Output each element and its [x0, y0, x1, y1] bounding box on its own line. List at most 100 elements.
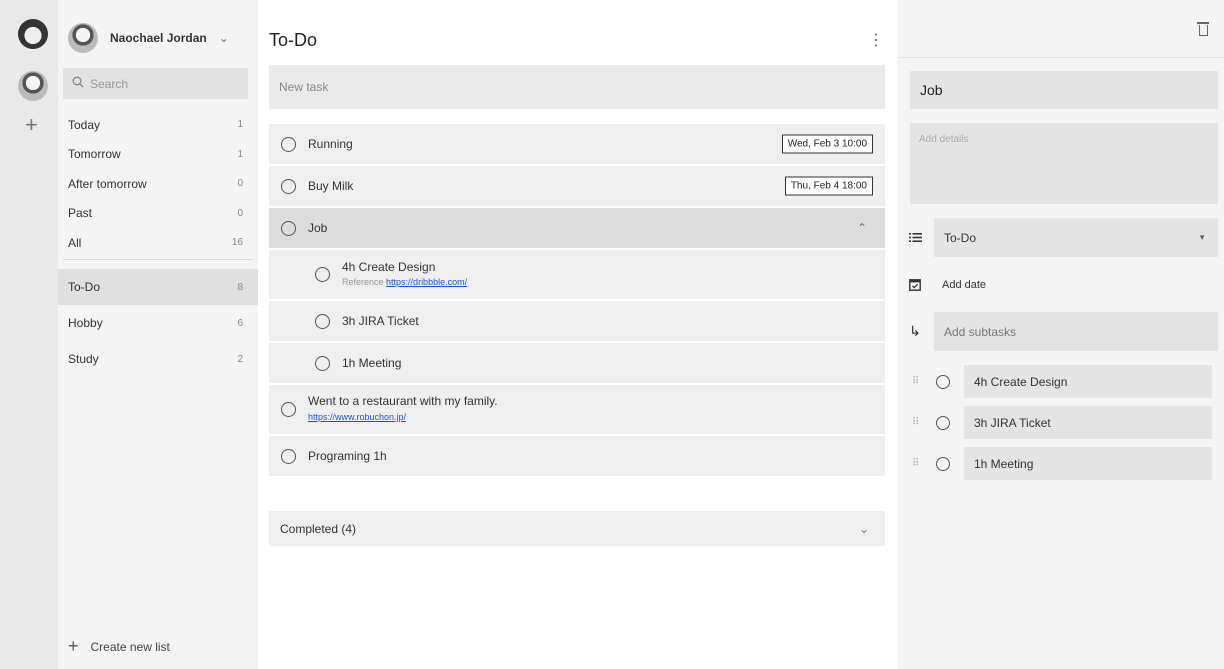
subtask-row[interactable]: 1h Meeting	[269, 343, 885, 383]
task-checkbox[interactable]	[315, 355, 330, 371]
filter-count: 0	[237, 207, 243, 219]
new-task-box	[269, 65, 885, 109]
subtask-checkbox[interactable]	[936, 456, 950, 471]
task-title: Running	[308, 136, 353, 151]
drag-handle-icon[interactable]: ⠿	[912, 376, 926, 387]
task-detail-panel: Job Add details To-Do ▼ Add date ↳ ⠿	[898, 0, 1224, 669]
task-content: Went to a restaurant with my family. htt…	[308, 394, 498, 425]
list-select[interactable]: To-Do ▼	[934, 218, 1218, 257]
add-date-button[interactable]: Add date	[942, 279, 986, 291]
subtask-row[interactable]: 4h Create Design Reference https://dribb…	[269, 250, 885, 299]
subtask-list: ⠿ 4h Create Design ⠿ 3h JIRA Ticket ⠿ 1h…	[898, 365, 1224, 488]
task-content: 4h Create Design Reference https://dribb…	[342, 260, 467, 290]
task-checkbox[interactable]	[281, 220, 296, 236]
add-subtasks-box	[934, 312, 1218, 351]
filter-past[interactable]: Past 0	[58, 199, 258, 229]
filter-tomorrow[interactable]: Tomorrow 1	[58, 140, 258, 170]
account-name: Naochael Jordan	[110, 31, 207, 45]
task-row[interactable]: Programing 1h	[269, 436, 885, 476]
more-vertical-icon[interactable]: ⋮	[868, 30, 884, 50]
avatar	[68, 23, 98, 53]
account-avatar-1[interactable]	[18, 19, 48, 49]
task-title: 4h Create Design	[342, 259, 436, 274]
subtask-title-field[interactable]: 1h Meeting	[964, 447, 1212, 480]
search-box	[63, 68, 248, 99]
task-note: Reference https://dribbble.com/	[342, 275, 467, 290]
chevron-down-icon: ⌄	[218, 31, 229, 45]
task-checkbox[interactable]	[281, 178, 296, 194]
account-switcher[interactable]: Naochael Jordan ⌄	[68, 22, 248, 54]
task-title: Went to a restaurant with my family.	[308, 394, 498, 408]
new-task-input[interactable]	[279, 80, 885, 94]
subtask-row[interactable]: 3h JIRA Ticket	[269, 301, 885, 341]
subtask-item: ⠿ 4h Create Design	[898, 365, 1224, 398]
filter-count: 1	[237, 119, 243, 131]
page-title: To-Do	[269, 30, 318, 50]
list-label: Study	[68, 352, 99, 366]
filter-count: 16	[231, 237, 243, 249]
chevron-up-icon[interactable]: ⌃	[857, 221, 867, 235]
task-title: 3h JIRA Ticket	[342, 313, 419, 328]
list-label: Hobby	[68, 316, 103, 330]
task-link[interactable]: https://www.robuchon.jp/	[308, 412, 406, 422]
task-row[interactable]: Went to a restaurant with my family. htt…	[269, 385, 885, 434]
subtask-arrow-icon: ↳	[909, 323, 921, 339]
list-count: 6	[237, 317, 243, 329]
list-select-value: To-Do	[944, 230, 977, 245]
subtask-checkbox[interactable]	[936, 374, 950, 389]
completed-label: Completed (4)	[280, 521, 357, 536]
note-prefix: Reference	[342, 276, 384, 287]
task-row[interactable]: Running Wed, Feb 3 10:00	[269, 124, 885, 164]
due-date-badge[interactable]: Thu, Feb 4 18:00	[784, 176, 873, 196]
filter-label: Tomorrow	[68, 147, 121, 162]
task-checkbox[interactable]	[281, 136, 296, 152]
task-list: Running Wed, Feb 3 10:00 Buy Milk Thu, F…	[269, 124, 885, 478]
task-checkbox[interactable]	[315, 267, 330, 282]
list-label: To-Do	[68, 280, 101, 294]
filter-label: After tomorrow	[68, 176, 147, 191]
tasks-panel: To-Do ⋮ Running Wed, Feb 3 10:00 Buy Mil…	[258, 0, 898, 669]
task-title-field[interactable]: Job	[910, 71, 1218, 109]
create-list-label: Create new list	[90, 639, 170, 654]
filter-label: All	[68, 235, 82, 250]
filter-after-tomorrow[interactable]: After tomorrow 0	[58, 169, 258, 199]
subtask-item: ⠿ 1h Meeting	[898, 447, 1224, 480]
note-link[interactable]: https://dribbble.com/	[386, 277, 467, 287]
filter-today[interactable]: Today 1	[58, 110, 258, 140]
list-icon	[898, 230, 932, 246]
list-item-hobby[interactable]: Hobby 6	[58, 305, 258, 341]
account-avatar-2[interactable]	[18, 71, 48, 101]
add-account-icon[interactable]: +	[25, 114, 38, 136]
trash-icon[interactable]	[1197, 22, 1209, 36]
details-field[interactable]: Add details	[910, 123, 1218, 204]
smart-filters: Today 1 Tomorrow 1 After tomorrow 0 Past…	[58, 110, 258, 258]
task-row[interactable]: Buy Milk Thu, Feb 4 18:00	[269, 166, 885, 206]
completed-section-toggle[interactable]: Completed (4) ⌄	[269, 511, 885, 546]
filter-label: Past	[68, 206, 93, 221]
list-item-to-do[interactable]: To-Do 8	[58, 269, 258, 305]
plus-icon: +	[68, 636, 79, 656]
filter-label: Today	[68, 117, 101, 132]
divider	[63, 259, 253, 260]
dropdown-arrow-icon: ▼	[1198, 233, 1206, 242]
task-title: Programing 1h	[308, 448, 387, 463]
drag-handle-icon[interactable]: ⠿	[912, 417, 926, 428]
drag-handle-icon[interactable]: ⠿	[912, 458, 926, 469]
subtask-checkbox[interactable]	[936, 415, 950, 430]
create-list-button[interactable]: + Create new list	[68, 636, 170, 657]
detail-header	[898, 0, 1224, 58]
task-checkbox[interactable]	[281, 448, 296, 464]
search-input[interactable]	[90, 76, 230, 91]
subtask-item: ⠿ 3h JIRA Ticket	[898, 406, 1224, 439]
list-item-study[interactable]: Study 2	[58, 341, 258, 377]
subtask-title-field[interactable]: 4h Create Design	[964, 365, 1212, 398]
due-date-badge[interactable]: Wed, Feb 3 10:00	[781, 134, 873, 154]
task-row-selected[interactable]: Job ⌃	[269, 208, 885, 248]
task-checkbox[interactable]	[281, 402, 296, 417]
subtask-title-field[interactable]: 3h JIRA Ticket	[964, 406, 1212, 439]
filter-all[interactable]: All 16	[58, 228, 258, 258]
task-checkbox[interactable]	[315, 313, 330, 329]
add-subtasks-input[interactable]	[944, 324, 1184, 339]
task-title: Job	[308, 220, 328, 235]
task-lists: To-Do 8 Hobby 6 Study 2	[58, 269, 258, 377]
